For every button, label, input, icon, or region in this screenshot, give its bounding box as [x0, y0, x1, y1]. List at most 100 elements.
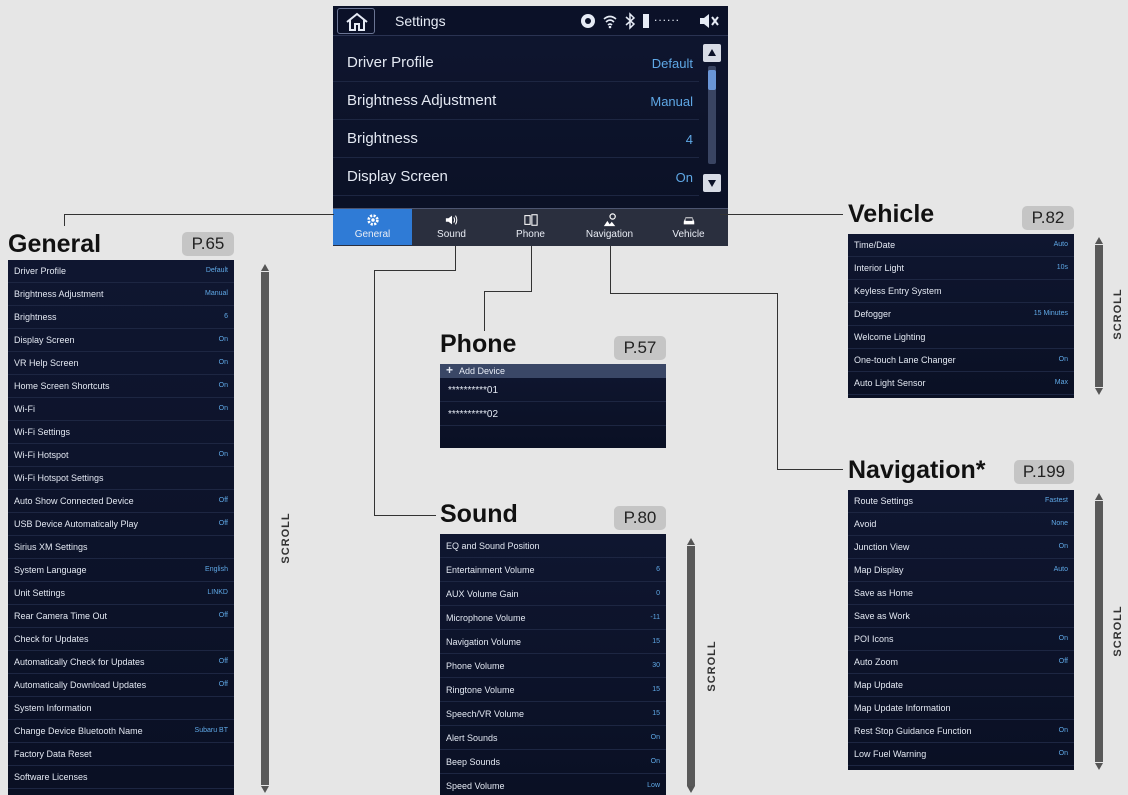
- list-item[interactable]: Alert Sounds On: [440, 726, 666, 750]
- scroll-label: SCROLL: [1112, 288, 1124, 340]
- list-item[interactable]: Wi-Fi Hotspot On: [8, 444, 234, 467]
- list-item-label: Brightness Adjustment: [347, 92, 497, 109]
- list-item-label: Map Update: [854, 680, 904, 690]
- list-item[interactable]: One-touch Lane Changer On: [848, 349, 1074, 372]
- list-item[interactable]: Brightness Adjustment Manual: [333, 82, 699, 120]
- list-item[interactable]: Auto Zoom Off: [848, 651, 1074, 674]
- list-item[interactable]: Check for Updates: [8, 628, 234, 651]
- list-item[interactable]: Home Screen Shortcuts On: [8, 375, 234, 398]
- list-item[interactable]: Wi-Fi Hotspot Settings: [8, 467, 234, 490]
- list-item[interactable]: Brightness 4: [333, 120, 699, 158]
- tab-phone[interactable]: Phone: [491, 209, 570, 245]
- list-item-label: Welcome Lighting: [854, 332, 926, 342]
- list-item[interactable]: System Information: [8, 697, 234, 720]
- list-item-value: On: [1058, 356, 1068, 363]
- list-item[interactable]: Keyless Entry System: [848, 280, 1074, 303]
- list-item[interactable]: Ringtone Volume 15: [440, 678, 666, 702]
- list-item[interactable]: Phone Volume 30: [440, 654, 666, 678]
- list-item[interactable]: Map Update Information: [848, 697, 1074, 720]
- list-item[interactable]: Unit Settings LINKD: [8, 582, 234, 605]
- list-item-value: Default: [205, 267, 228, 274]
- list-item[interactable]: Interior Light 10s: [848, 257, 1074, 280]
- tab-vehicle[interactable]: Vehicle: [649, 209, 728, 245]
- list-item[interactable]: Map Display Auto: [848, 559, 1074, 582]
- list-item-label: Keyless Entry System: [854, 286, 942, 296]
- list-item-label: Speech/VR Volume: [446, 709, 525, 719]
- scroll-down-button[interactable]: [703, 174, 721, 192]
- connector-line-sound-v2: [374, 270, 375, 516]
- page-ref-general: P.65: [182, 232, 234, 256]
- list-item-value: 15: [652, 710, 660, 717]
- scroll-up-arrow-icon: [1095, 493, 1103, 500]
- list-item-label: Map Display: [854, 565, 904, 575]
- list-item[interactable]: Sirius XM Settings: [8, 536, 234, 559]
- list-item[interactable]: Route Settings Fastest: [848, 490, 1074, 513]
- list-item[interactable]: Time/Date Auto: [848, 234, 1074, 257]
- list-item[interactable]: EQ and Sound Position: [440, 534, 666, 558]
- list-item[interactable]: Map Update: [848, 674, 1074, 697]
- list-item[interactable]: Save as Home: [848, 582, 1074, 605]
- list-item-label: Automatically Check for Updates: [14, 657, 145, 667]
- list-item[interactable]: Auto Show Connected Device Off: [8, 490, 234, 513]
- mute-icon[interactable]: [698, 12, 720, 30]
- list-item[interactable]: Driver Profile Default: [8, 260, 234, 283]
- list-item[interactable]: Speech/VR Volume 15: [440, 702, 666, 726]
- list-item[interactable]: System Language English: [8, 559, 234, 582]
- list-item[interactable]: AUX Volume Gain 0: [440, 582, 666, 606]
- list-item[interactable]: Factory Data Reset: [8, 743, 234, 766]
- list-item[interactable]: Change Device Bluetooth Name Subaru BT: [8, 720, 234, 743]
- tab-sound[interactable]: Sound: [412, 209, 491, 245]
- list-item-label: USB Device Automatically Play: [14, 519, 139, 529]
- list-item[interactable]: POI Icons On: [848, 628, 1074, 651]
- phone-icon: [523, 214, 538, 226]
- list-item[interactable]: Automatically Check for Updates Off: [8, 651, 234, 674]
- list-item[interactable]: Microphone Volume -11: [440, 606, 666, 630]
- vehicle-scrollbar[interactable]: [1095, 245, 1103, 387]
- scroll-track[interactable]: [708, 66, 716, 164]
- list-item[interactable]: VR Help Screen On: [8, 352, 234, 375]
- list-item[interactable]: Rest Stop Guidance Function On: [848, 720, 1074, 743]
- list-item[interactable]: Save as Work: [848, 605, 1074, 628]
- list-item[interactable]: Display Screen On: [333, 158, 699, 196]
- tab-label: Vehicle: [672, 229, 705, 240]
- list-item[interactable]: Low Fuel Warning On: [848, 743, 1074, 766]
- list-item[interactable]: Wi-Fi On: [8, 398, 234, 421]
- list-item[interactable]: Avoid None: [848, 513, 1074, 536]
- list-item[interactable]: Brightness 6: [8, 306, 234, 329]
- list-item[interactable]: Beep Sounds On: [440, 750, 666, 774]
- list-item[interactable]: Software Licenses: [8, 766, 234, 789]
- scroll-thumb[interactable]: [708, 70, 716, 90]
- navigation-scrollbar[interactable]: [1095, 501, 1103, 762]
- list-item[interactable]: Rear Camera Time Out Off: [8, 605, 234, 628]
- list-item[interactable]: Auto Light Sensor Max: [848, 372, 1074, 395]
- tab-general[interactable]: General: [333, 209, 412, 245]
- list-item-value: Off: [218, 612, 228, 619]
- general-scrollbar[interactable]: [261, 272, 269, 785]
- list-item[interactable]: Welcome Lighting: [848, 326, 1074, 349]
- add-device-button[interactable]: + Add Device: [440, 364, 666, 378]
- list-item[interactable]: Brightness Adjustment Manual: [8, 283, 234, 306]
- tab-navigation[interactable]: Navigation: [570, 209, 649, 245]
- list-item[interactable]: Navigation Volume 15: [440, 630, 666, 654]
- list-item[interactable]: Entertainment Volume 6: [440, 558, 666, 582]
- list-item[interactable]: Automatically Download Updates Off: [8, 674, 234, 697]
- list-item[interactable]: Wi-Fi Settings: [8, 421, 234, 444]
- list-item-label: Brightness: [347, 130, 418, 147]
- list-item[interactable]: Defogger 15 Minutes: [848, 303, 1074, 326]
- list-item-value: Subaru BT: [194, 727, 228, 734]
- list-item-label: Driver Profile: [14, 266, 67, 276]
- list-item[interactable]: USB Device Automatically Play Off: [8, 513, 234, 536]
- sound-scrollbar[interactable]: [687, 546, 695, 786]
- list-item[interactable]: Display Screen On: [8, 329, 234, 352]
- list-item[interactable]: **********01: [440, 378, 666, 402]
- list-item[interactable]: Junction View On: [848, 536, 1074, 559]
- list-item[interactable]: Speed Volume Low: [440, 774, 666, 795]
- list-item-label: System Information: [14, 703, 92, 713]
- list-item-value: 30: [652, 662, 660, 669]
- list-item[interactable]: **********02: [440, 402, 666, 426]
- scroll-up-button[interactable]: [703, 44, 721, 62]
- home-button[interactable]: [337, 8, 375, 34]
- list-item-label: Display Screen: [347, 168, 448, 185]
- list-item-label: Check for Updates: [14, 634, 89, 644]
- list-item[interactable]: Driver Profile Default: [333, 44, 699, 82]
